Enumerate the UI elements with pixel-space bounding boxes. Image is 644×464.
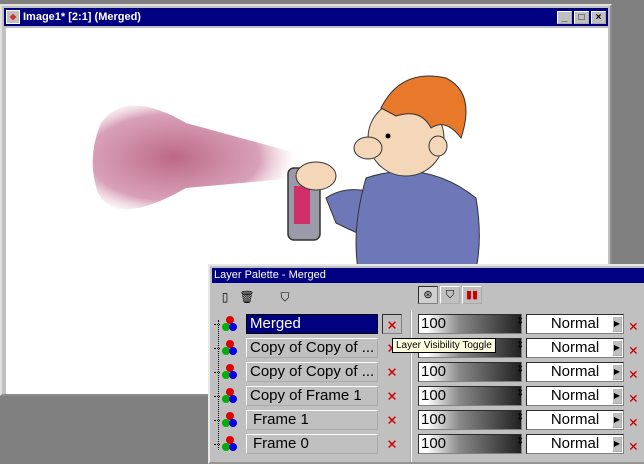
- mask-toggle-icon[interactable]: 𐄂: [630, 316, 637, 334]
- layer-name[interactable]: Copy of Frame 1: [246, 386, 378, 406]
- layer-name[interactable]: Copy of Copy of ...: [246, 362, 378, 382]
- tooltip: Layer Visibility Toggle: [392, 338, 496, 353]
- layer-name[interactable]: Frame 0: [246, 434, 378, 454]
- layer-type-icon: [222, 388, 238, 404]
- mask-toggle-icon[interactable]: 𐄂: [630, 412, 637, 430]
- layer-palette: Layer Palette - Merged ▯ 🗑 ⛉ ⊛ ⛉ ▮▮ Merg…: [208, 264, 644, 464]
- blend-dropdown-icon[interactable]: ▶: [612, 388, 622, 404]
- visibility-toggle-icon[interactable]: 𐄂: [382, 410, 402, 430]
- layer-row[interactable]: Frame 0 𐄂 100 ⇕ Normal ▶ 𐄂: [210, 433, 644, 455]
- close-button[interactable]: ×: [591, 10, 606, 24]
- blend-mode-select[interactable]: Normal: [526, 410, 624, 430]
- layer-type-icon: [222, 316, 238, 332]
- visibility-toggle-icon[interactable]: 𐄂: [382, 434, 402, 454]
- mask-toggle-icon[interactable]: 𐄂: [630, 340, 637, 358]
- blend-dropdown-icon[interactable]: ▶: [612, 436, 622, 452]
- layer-row[interactable]: Frame 1 𐄂 100 ⇕ Normal ▶ 𐄂: [210, 409, 644, 431]
- blend-dropdown-icon[interactable]: ▶: [612, 340, 622, 356]
- opacity-slider[interactable]: 100: [418, 314, 522, 334]
- blend-dropdown-icon[interactable]: ▶: [612, 412, 622, 428]
- layers-tab-icon[interactable]: ⊛: [418, 286, 438, 304]
- image-title-bar[interactable]: Image1* [2:1] (Merged) _ □ ×: [4, 8, 608, 26]
- blend-mode-select[interactable]: Normal: [526, 338, 624, 358]
- layer-row[interactable]: Merged 𐄂 100 ⇕ Normal ▶ 𐄂: [210, 313, 644, 335]
- mask-toggle-icon[interactable]: 𐄂: [630, 364, 637, 382]
- opacity-slider[interactable]: 100: [418, 434, 522, 454]
- layer-row[interactable]: Copy of Copy of ... 𐄂 100 ⇕ Normal ▶ 𐄂: [210, 361, 644, 383]
- layer-row[interactable]: Copy of Frame 1 𐄂 100 ⇕ Normal ▶ 𐄂: [210, 385, 644, 407]
- layer-type-icon: [222, 436, 238, 452]
- opacity-slider[interactable]: 100: [418, 362, 522, 382]
- opacity-spin-icon[interactable]: ⇕: [516, 388, 524, 399]
- layer-type-icon: [222, 412, 238, 428]
- visibility-toggle-icon[interactable]: 𐄂: [382, 362, 402, 382]
- maximize-button[interactable]: □: [574, 10, 589, 24]
- layer-props-icon[interactable]: ⛉: [276, 288, 294, 306]
- layer-name[interactable]: Frame 1: [246, 410, 378, 430]
- mask-toggle-icon[interactable]: 𐄂: [630, 388, 637, 406]
- layer-name[interactable]: Copy of Copy of ...: [246, 338, 378, 358]
- blend-mode-select[interactable]: Normal: [526, 386, 624, 406]
- opacity-slider[interactable]: 100: [418, 410, 522, 430]
- blend-mode-select[interactable]: Normal: [526, 434, 624, 454]
- channels-tab-icon[interactable]: ▮▮: [462, 286, 482, 304]
- visibility-toggle-icon[interactable]: 𐄂: [382, 314, 402, 334]
- opacity-spin-icon[interactable]: ⇕: [516, 340, 524, 351]
- layer-type-icon: [222, 340, 238, 356]
- app-icon: [6, 10, 20, 24]
- mask-tab-icon[interactable]: ⛉: [440, 286, 460, 304]
- new-layer-icon[interactable]: ▯: [216, 288, 234, 306]
- opacity-spin-icon[interactable]: ⇕: [516, 316, 524, 327]
- layer-type-icon: [222, 364, 238, 380]
- blend-dropdown-icon[interactable]: ▶: [612, 364, 622, 380]
- opacity-spin-icon[interactable]: ⇕: [516, 412, 524, 423]
- opacity-slider[interactable]: 100: [418, 386, 522, 406]
- mask-toggle-icon[interactable]: 𐄂: [630, 436, 637, 454]
- layer-name[interactable]: Merged: [246, 314, 378, 334]
- minimize-button[interactable]: _: [557, 10, 572, 24]
- opacity-spin-icon[interactable]: ⇕: [516, 364, 524, 375]
- image-title: Image1* [2:1] (Merged): [23, 11, 141, 23]
- visibility-toggle-icon[interactable]: 𐄂: [382, 386, 402, 406]
- blend-dropdown-icon[interactable]: ▶: [612, 316, 622, 332]
- blend-mode-select[interactable]: Normal: [526, 362, 624, 382]
- palette-title[interactable]: Layer Palette - Merged: [212, 268, 644, 283]
- blend-mode-select[interactable]: Normal: [526, 314, 624, 334]
- delete-layer-icon[interactable]: 🗑: [238, 288, 256, 306]
- opacity-spin-icon[interactable]: ⇕: [516, 436, 524, 447]
